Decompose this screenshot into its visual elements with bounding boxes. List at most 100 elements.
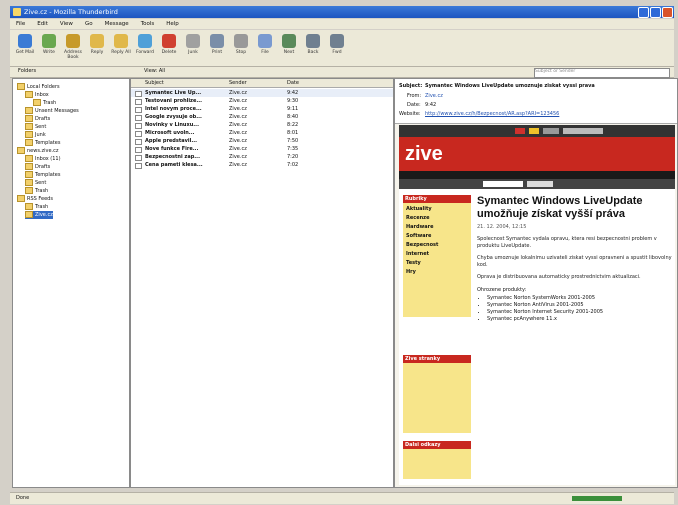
folder-icon (25, 203, 33, 210)
view-selector[interactable]: View: All (144, 68, 165, 74)
close-icon[interactable] (662, 7, 673, 18)
column-date[interactable]: Date (287, 79, 299, 87)
folder-item[interactable]: Sent (25, 123, 46, 131)
sidebar-heading: Zive stranky (403, 355, 471, 363)
toolbar-button[interactable]: Stop (230, 32, 252, 64)
folder-label: Drafts (35, 116, 51, 122)
folder-icon (17, 83, 25, 90)
website-link[interactable]: http://www.zive.cz/h/Bezpecnost/AR.asp?A… (425, 111, 559, 117)
toolbar-icon (162, 34, 176, 48)
folder-item[interactable]: Trash (25, 187, 48, 195)
menu-item[interactable]: Message (99, 19, 135, 29)
message-row[interactable]: Microsoft uvoln... Zive.cz 8:01 (131, 129, 393, 137)
nav-block[interactable] (563, 128, 603, 134)
folder-item[interactable]: Junk (25, 131, 46, 139)
article-list-item: Symantec Norton Internet Security 2001-2… (487, 309, 673, 316)
minimize-icon[interactable] (638, 7, 649, 18)
column-sender[interactable]: Sender (229, 79, 247, 87)
folder-icon (25, 91, 33, 98)
article-list-item: Symantec pcAnywhere 11.x (487, 316, 673, 323)
site-logo[interactable]: zive (405, 143, 443, 166)
toolbar-button[interactable]: Write (38, 32, 60, 64)
message-from[interactable]: Zive.cz (425, 93, 443, 99)
toolbar-label: Reply All (111, 50, 131, 55)
folder-item[interactable]: Trash (25, 203, 48, 211)
folder-label: Drafts (35, 164, 51, 170)
folder-label: Sent (35, 124, 47, 130)
site-search-input[interactable] (483, 181, 523, 187)
toolbar-label: File (261, 50, 269, 55)
folder-item[interactable]: Local Folders (17, 83, 60, 91)
sidebar-list (403, 363, 471, 433)
toolbar-button[interactable]: Reply (86, 32, 108, 64)
message-row[interactable]: Novinky v Linuxu... Zive.cz 8:22 (131, 121, 393, 129)
message-sender: Zive.cz (229, 162, 247, 168)
message-subject: Google zvysuje ob... (145, 114, 202, 120)
message-date: 9:30 (287, 98, 299, 104)
message-row[interactable]: Nove funkce Fire... Zive.cz 7:35 (131, 145, 393, 153)
folder-item[interactable]: Sent (25, 179, 46, 187)
sidebar-link[interactable]: Hardware (406, 223, 468, 232)
folder-item[interactable]: Zive.cz (25, 211, 53, 219)
folder-icon (17, 147, 25, 154)
toolbar-label: Back (307, 50, 319, 55)
menu-item[interactable]: Tools (135, 19, 161, 29)
toolbar-button[interactable]: Next (278, 32, 300, 64)
search-input[interactable]: Subject or Sender (534, 68, 670, 78)
folder-item[interactable]: Drafts (25, 163, 50, 171)
sidebar-link[interactable]: Testy (406, 259, 468, 268)
sidebar-link[interactable]: Internet (406, 250, 468, 259)
folder-label: Local Folders (27, 84, 60, 90)
message-row[interactable]: Bezpecnostni zap... Zive.cz 7:20 (131, 153, 393, 161)
toolbar-label: Get Mail (15, 50, 35, 55)
nav-block[interactable] (543, 128, 559, 134)
toolbar-button[interactable]: Address Book (62, 32, 84, 64)
sidebar-link[interactable]: Aktuality (406, 205, 468, 214)
site-search-button[interactable] (527, 181, 553, 187)
toolbar-label: Reply (90, 50, 104, 55)
menu-item[interactable]: Go (79, 19, 99, 29)
folder-item[interactable]: news.zive.cz (17, 147, 59, 155)
message-row[interactable]: Testovani prohlize... Zive.cz 9:30 (131, 97, 393, 105)
sidebar-link[interactable]: Hry (406, 268, 468, 277)
toolbar-button[interactable]: Get Mail (14, 32, 36, 64)
message-subject: Novinky v Linuxu... (145, 122, 199, 128)
toolbar-button[interactable]: Delete (158, 32, 180, 64)
message-row[interactable]: Cena pameti klesa... Zive.cz 7:02 (131, 161, 393, 169)
folder-item[interactable]: Trash (33, 99, 56, 107)
toolbar-button[interactable]: Junk (182, 32, 204, 64)
toolbar-button[interactable]: Print (206, 32, 228, 64)
sidebar-link[interactable]: Bezpecnost (406, 241, 468, 250)
message-subject: Nove funkce Fire... (145, 146, 199, 152)
sidebar-link[interactable]: Software (406, 232, 468, 241)
toolbar-icon (42, 34, 56, 48)
toolbar-button[interactable]: Fwd (326, 32, 348, 64)
toolbar-button[interactable]: Forward (134, 32, 156, 64)
sidebar-link[interactable]: Recenze (406, 214, 468, 223)
toolbar-button[interactable]: File (254, 32, 276, 64)
nav-block[interactable] (529, 128, 539, 134)
toolbar-button[interactable]: Reply All (110, 32, 132, 64)
folder-item[interactable]: Inbox (11) (25, 155, 61, 163)
menu-item[interactable]: View (54, 19, 79, 29)
menu-item[interactable]: Edit (31, 19, 54, 29)
column-subject[interactable]: Subject (145, 79, 164, 87)
menu-item[interactable]: File (10, 19, 31, 29)
message-row[interactable]: Apple predstavil... Zive.cz 7:50 (131, 137, 393, 145)
message-row[interactable]: Google zvysuje ob... Zive.cz 8:40 (131, 113, 393, 121)
folder-item[interactable]: Inbox (25, 91, 49, 99)
nav-block[interactable] (515, 128, 525, 134)
folder-item[interactable]: Templates (25, 139, 60, 147)
message-row[interactable]: Symantec Live Up... Zive.cz 9:42 (131, 89, 393, 97)
sidebar-list: Aktuality Recenze Hardware Software Bezpecno… (403, 203, 471, 317)
folder-bar: Folders View: All Subject or Sender (10, 67, 674, 78)
folder-item[interactable]: Drafts (25, 115, 50, 123)
maximize-icon[interactable] (650, 7, 661, 18)
folder-item[interactable]: Templates (25, 171, 60, 179)
menu-item[interactable]: Help (160, 19, 185, 29)
toolbar-button[interactable]: Back (302, 32, 324, 64)
folder-item[interactable]: RSS Feeds (17, 195, 53, 203)
message-row[interactable]: Intel novym proce... Zive.cz 9:11 (131, 105, 393, 113)
folder-label: Trash (35, 188, 49, 194)
folder-item[interactable]: Unsent Messages (25, 107, 79, 115)
